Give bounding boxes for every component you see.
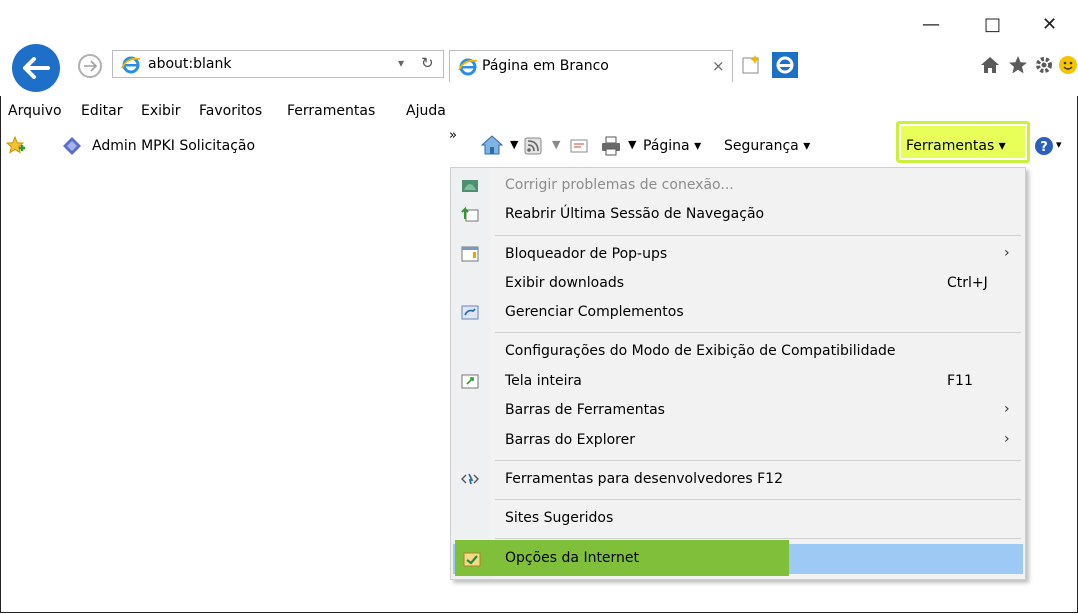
menu-item-label: Gerenciar Complementos	[505, 304, 684, 320]
menu-item-label: Tela inteira	[505, 373, 582, 389]
back-arrow-icon	[23, 57, 50, 79]
developer-tools-icon	[461, 473, 479, 485]
ie-tab-icon	[458, 58, 478, 76]
menu-bar: Arquivo Editar Exibir Favoritos Ferramen…	[0, 98, 1078, 122]
menu-item-label: Ferramentas para desenvolvedores F12	[505, 471, 783, 487]
maximize-button[interactable]: □	[984, 14, 1001, 35]
menu-item-label: Configurações do Modo de Exibição de Com…	[505, 343, 896, 359]
network-diagnose-icon	[462, 180, 478, 192]
internet-options-icon	[463, 552, 481, 567]
back-button[interactable]	[12, 44, 60, 92]
tab-close-icon[interactable]: ×	[712, 57, 725, 75]
menu-ferramentas[interactable]: Ferramentas	[287, 103, 375, 119]
menu-item-toolbars[interactable]: Barras de Ferramentas ›	[451, 397, 1027, 425]
menu-item-shortcut: Ctrl+J	[947, 275, 988, 291]
tools-dropdown-menu: Corrigir problemas de conexão... Reabrir…	[450, 167, 1026, 580]
menu-item-label: Opções da Internet	[505, 550, 640, 566]
edge-icon[interactable]	[772, 52, 798, 78]
mail-icon[interactable]	[570, 139, 588, 153]
menu-separator	[495, 538, 1021, 539]
new-tab-icon[interactable]	[740, 54, 762, 76]
refresh-icon[interactable]: ↻	[421, 54, 434, 72]
submenu-arrow-icon: ›	[1004, 431, 1010, 447]
security-menu-button[interactable]: Segurança ▾	[724, 138, 810, 154]
menu-item-popup-blocker[interactable]: Bloqueador de Pop-ups ›	[451, 241, 1027, 269]
addons-icon	[461, 305, 479, 320]
title-bar: — □ ✕ about:blank ▾ ↻ Página em Branco ×	[0, 0, 1078, 96]
print-icon[interactable]	[600, 136, 622, 156]
feeds-icon[interactable]	[524, 137, 542, 155]
menu-ajuda[interactable]: Ajuda	[406, 103, 446, 119]
browser-tab[interactable]: Página em Branco ×	[449, 50, 733, 82]
favorite-site-icon	[63, 137, 81, 155]
menu-item-label: Reabrir Última Sessão de Navegação	[505, 206, 765, 222]
menu-item-label: Sites Sugeridos	[505, 510, 614, 526]
favorites-command-bar: Admin MPKI Solicitação » ▼ ▼ ▼ Página ▾ …	[0, 121, 1078, 164]
favorites-overflow-chevron[interactable]: »	[449, 128, 457, 143]
fullscreen-icon	[461, 374, 479, 389]
menu-item-suggested-sites[interactable]: Sites Sugeridos	[451, 505, 1027, 533]
menu-item-explorer-bars[interactable]: Barras do Explorer ›	[451, 427, 1027, 455]
menu-item-label: Barras de Ferramentas	[505, 402, 665, 418]
address-dropdown-icon[interactable]: ▾	[398, 56, 404, 70]
menu-separator	[495, 332, 1021, 333]
close-button[interactable]: ✕	[1042, 14, 1057, 35]
forward-arrow-icon	[84, 60, 97, 72]
feeds-dropdown-icon[interactable]: ▼	[552, 138, 560, 151]
menu-item-label: Exibir downloads	[505, 275, 624, 291]
favorite-link-admin-mpki[interactable]: Admin MPKI Solicitação	[92, 138, 255, 154]
gear-icon[interactable]	[1034, 55, 1054, 75]
favorites-star-icon[interactable]	[1008, 55, 1028, 75]
forward-button[interactable]	[78, 54, 102, 78]
menu-favoritos[interactable]: Favoritos	[199, 103, 262, 119]
menu-separator	[495, 499, 1021, 500]
menu-editar[interactable]: Editar	[81, 103, 122, 119]
help-icon[interactable]: ?	[1034, 136, 1054, 156]
menu-separator	[495, 235, 1021, 236]
reopen-session-icon	[461, 206, 479, 222]
address-url[interactable]: about:blank	[148, 56, 231, 72]
menu-item-manage-addons[interactable]: Gerenciar Complementos	[451, 299, 1027, 327]
tools-menu-button[interactable]: Ferramentas ▾	[906, 138, 1006, 154]
page-menu-button[interactable]: Página ▾	[643, 138, 701, 154]
menu-item-internet-options[interactable]: Opções da Internet	[453, 540, 1023, 576]
menu-item-label: Corrigir problemas de conexão...	[505, 177, 734, 193]
help-dropdown-icon[interactable]: ▾	[1056, 138, 1062, 151]
home-dropdown-icon[interactable]: ▼	[510, 138, 518, 151]
menu-item-label: Barras do Explorer	[505, 432, 635, 448]
popup-blocker-icon	[461, 246, 479, 262]
menu-item-developer-tools[interactable]: Ferramentas para desenvolvedores F12	[451, 466, 1027, 494]
menu-item-label: Bloqueador de Pop-ups	[505, 246, 668, 262]
tab-title: Página em Branco	[482, 58, 609, 74]
submenu-arrow-icon: ›	[1004, 401, 1010, 417]
menu-exibir[interactable]: Exibir	[141, 103, 181, 119]
home-command-icon[interactable]	[480, 134, 504, 156]
ie-page-icon	[121, 56, 141, 74]
address-bar[interactable]: about:blank ▾ ↻	[112, 50, 444, 78]
menu-item-view-downloads[interactable]: Exibir downloads Ctrl+J	[451, 270, 1027, 298]
minimize-button[interactable]: —	[922, 14, 940, 35]
menu-item-shortcut: F11	[947, 373, 973, 389]
menu-item-fix-connection[interactable]: Corrigir problemas de conexão...	[451, 172, 1027, 200]
submenu-arrow-icon: ›	[1004, 245, 1010, 261]
add-favorites-icon[interactable]	[6, 136, 26, 156]
home-icon[interactable]	[980, 56, 1000, 74]
svg-text:?: ?	[1040, 140, 1048, 155]
menu-separator	[495, 460, 1021, 461]
menu-item-reopen-session[interactable]: Reabrir Última Sessão de Navegação	[451, 201, 1027, 229]
menu-item-fullscreen[interactable]: Tela inteira F11	[451, 368, 1027, 396]
menu-item-compatibility-view[interactable]: Configurações do Modo de Exibição de Com…	[451, 338, 1027, 366]
smiley-feedback-icon[interactable]	[1058, 55, 1078, 75]
print-dropdown-icon[interactable]: ▼	[628, 138, 636, 151]
menu-arquivo[interactable]: Arquivo	[8, 103, 62, 119]
